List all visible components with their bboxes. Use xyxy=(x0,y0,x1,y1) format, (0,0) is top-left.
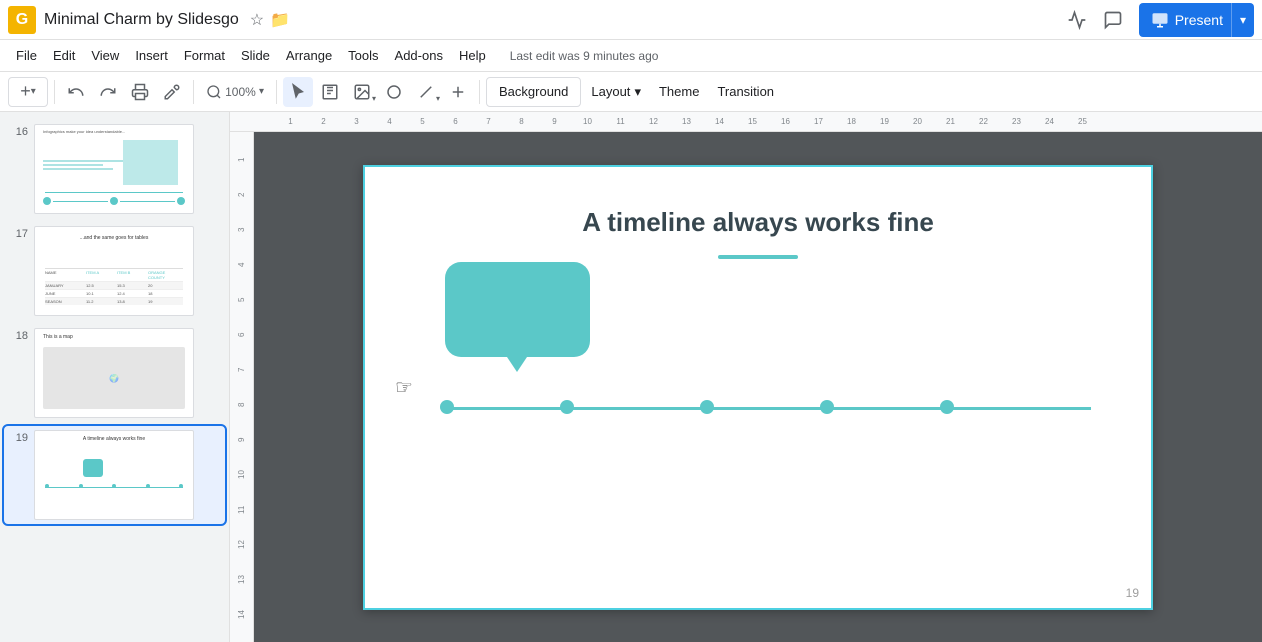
zoom-value: 100% xyxy=(225,85,256,99)
titlebar: G Minimal Charm by Slidesgo ☆ 📁 Present … xyxy=(0,0,1262,40)
layout-arrow-icon: ▾ xyxy=(634,84,641,100)
folder-icon[interactable]: 📁 xyxy=(270,10,290,30)
cursor-indicator: ☞ xyxy=(395,375,413,400)
slide-preview-16: Infographics make your idea understandab… xyxy=(34,124,194,214)
menu-view[interactable]: View xyxy=(83,44,127,67)
menu-file[interactable]: File xyxy=(8,44,45,67)
background-button[interactable]: Background xyxy=(486,77,581,107)
redo-button[interactable] xyxy=(93,77,123,107)
timeline-dot-1[interactable] xyxy=(440,400,454,414)
text-tool-button[interactable] xyxy=(315,77,345,107)
menu-addons[interactable]: Add-ons xyxy=(387,44,451,67)
slide-preview-19: A timeline always works fine xyxy=(34,430,194,520)
doc-title: Minimal Charm by Slidesgo xyxy=(44,11,239,29)
zoom-button[interactable]: 100% ▾ xyxy=(200,77,270,107)
main-area: 16 Infographics make your idea understan… xyxy=(0,112,1262,642)
slide-num-19: 19 xyxy=(8,432,28,444)
slide-preview-17: ...and the same goes for tables NAME ITE… xyxy=(34,226,194,316)
timeline-dot-4[interactable] xyxy=(820,400,834,414)
timeline-dot-3[interactable] xyxy=(700,400,714,414)
select-tool-button[interactable] xyxy=(283,77,313,107)
speech-bubble-shape[interactable] xyxy=(445,262,590,367)
menu-format[interactable]: Format xyxy=(176,44,233,67)
line-tool-button[interactable]: ▾ xyxy=(411,77,441,107)
undo-button[interactable] xyxy=(61,77,91,107)
shape-tool-button[interactable] xyxy=(379,77,409,107)
ruler-area: 1 2 3 4 5 6 7 8 9 10 11 12 13 14 15 16 1… xyxy=(230,112,1262,642)
paint-format-button[interactable] xyxy=(157,77,187,107)
image-tool-button[interactable]: ▾ xyxy=(347,77,377,107)
slide-canvas[interactable]: A timeline always works fine xyxy=(254,132,1262,642)
menubar: File Edit View Insert Format Slide Arran… xyxy=(0,40,1262,72)
menu-help[interactable]: Help xyxy=(451,44,494,67)
timeline-line xyxy=(445,407,1091,410)
vertical-ruler: 1 2 3 4 5 6 7 8 9 10 11 12 13 14 xyxy=(230,132,254,642)
slide-frame[interactable]: A timeline always works fine xyxy=(363,165,1153,610)
star-icon[interactable]: ☆ xyxy=(250,10,264,30)
slide-num-17: 17 xyxy=(8,228,28,240)
last-edit-info[interactable]: Last edit was 9 minutes ago xyxy=(510,49,659,63)
slide-num-18: 18 xyxy=(8,330,28,342)
menu-slide[interactable]: Slide xyxy=(233,44,278,67)
menu-arrange[interactable]: Arrange xyxy=(278,44,340,67)
slide-thumb-16[interactable]: 16 Infographics make your idea understan… xyxy=(4,120,225,218)
print-button[interactable] xyxy=(125,77,155,107)
divider-1 xyxy=(54,80,55,104)
horizontal-ruler: 1 2 3 4 5 6 7 8 9 10 11 12 13 14 15 16 1… xyxy=(230,112,1262,132)
layout-button[interactable]: Layout ▾ xyxy=(583,77,649,107)
canvas-area: 1 2 3 4 5 6 7 8 9 10 11 12 13 14 xyxy=(230,132,1262,642)
present-button[interactable]: Present ▾ xyxy=(1139,3,1254,37)
bubble-tail xyxy=(507,357,527,372)
bubble-body xyxy=(445,262,590,357)
divider-3 xyxy=(276,80,277,104)
present-dropdown-arrow[interactable]: ▾ xyxy=(1231,3,1254,37)
add-button[interactable]: + ▾ xyxy=(8,77,48,107)
timeline-dot-5[interactable] xyxy=(940,400,954,414)
analytics-button[interactable] xyxy=(1059,2,1095,38)
slide-thumb-17[interactable]: 17 ...and the same goes for tables NAME … xyxy=(4,222,225,320)
title-underline-decoration xyxy=(718,255,798,259)
slide-num-16: 16 xyxy=(8,126,28,138)
slide-thumb-18[interactable]: 18 This is a map 🌍 xyxy=(4,324,225,422)
timeline-dot-2[interactable] xyxy=(560,400,574,414)
slide-thumb-19[interactable]: 19 A timeline always works fine xyxy=(4,426,225,524)
app-icon: G xyxy=(8,6,36,34)
extra-tool-button[interactable] xyxy=(443,77,473,107)
slide-panel: 16 Infographics make your idea understan… xyxy=(0,112,230,642)
menu-edit[interactable]: Edit xyxy=(45,44,83,67)
divider-2 xyxy=(193,80,194,104)
theme-button[interactable]: Theme xyxy=(651,77,707,107)
transition-button[interactable]: Transition xyxy=(709,77,782,107)
menu-insert[interactable]: Insert xyxy=(127,44,176,67)
slide-title: A timeline always works fine xyxy=(365,207,1151,238)
toolbar: + ▾ 100% ▾ ▾ ▾ Background Layout xyxy=(0,72,1262,112)
slide-page-number: 19 xyxy=(1126,586,1139,600)
comments-button[interactable] xyxy=(1095,2,1131,38)
slide-preview-18: This is a map 🌍 xyxy=(34,328,194,418)
menu-tools[interactable]: Tools xyxy=(340,44,386,67)
divider-4 xyxy=(479,80,480,104)
present-label: Present xyxy=(1175,12,1231,28)
